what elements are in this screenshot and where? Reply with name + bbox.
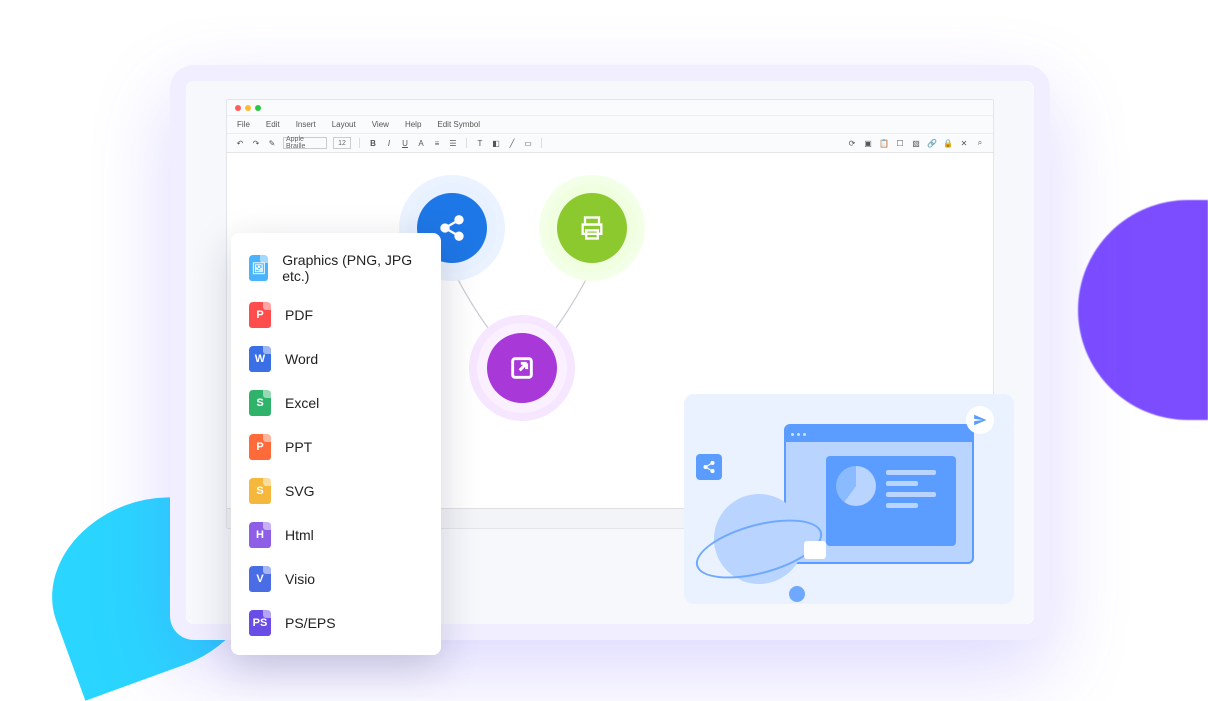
export-item-label: PPT — [285, 439, 312, 455]
illustration-avatar-icon — [789, 586, 805, 602]
menubar: File Edit Insert Layout View Help Edit S… — [227, 116, 993, 134]
export-item-label: PS/EPS — [285, 615, 336, 631]
export-item-graphics[interactable]: 🖼 Graphics (PNG, JPG etc.) — [231, 243, 441, 293]
font-family-select[interactable]: Apple Braille — [283, 137, 327, 149]
export-item-word[interactable]: W Word — [231, 337, 441, 381]
illustration-lines — [886, 470, 936, 514]
illustration-send-icon — [966, 406, 994, 434]
illustration-share-badge-icon — [696, 454, 722, 480]
insert-text-button[interactable]: T — [475, 138, 485, 148]
link-button[interactable]: 🔗 — [927, 138, 937, 148]
toolbar-separator — [359, 138, 360, 148]
ppt-file-icon: P — [249, 434, 271, 460]
font-size-select[interactable]: 12 — [333, 137, 351, 149]
fill-color-button[interactable]: ◧ — [491, 138, 501, 148]
word-file-icon: W — [249, 346, 271, 372]
export-item-label: Excel — [285, 395, 319, 411]
graphics-file-icon: 🖼 — [249, 255, 268, 281]
toolbar: ↶ ↷ ✎ Apple Braille 12 B I U A ≡ ☰ T ◧ ╱… — [227, 134, 993, 153]
menu-file[interactable]: File — [237, 120, 250, 129]
menu-help[interactable]: Help — [405, 120, 421, 129]
visio-file-icon: V — [249, 566, 271, 592]
group-button[interactable]: ▧ — [911, 138, 921, 148]
print-node[interactable] — [557, 193, 627, 263]
align-button[interactable]: ≡ — [432, 138, 442, 148]
window-close-icon[interactable] — [235, 105, 241, 111]
export-item-label: SVG — [285, 483, 315, 499]
svg-file-icon: S — [249, 478, 271, 504]
export-item-label: PDF — [285, 307, 313, 323]
undo-button[interactable]: ↶ — [235, 138, 245, 148]
toolbar-separator — [466, 138, 467, 148]
settings-button[interactable]: ✕ — [959, 138, 969, 148]
shadow-button[interactable]: ▭ — [523, 138, 533, 148]
window-minimize-icon[interactable] — [245, 105, 251, 111]
export-item-label: Word — [285, 351, 318, 367]
export-item-label: Visio — [285, 571, 315, 587]
illustration-pie-icon — [836, 466, 876, 506]
export-item-excel[interactable]: S Excel — [231, 381, 441, 425]
ps-file-icon: PS — [249, 610, 271, 636]
menu-edit-symbol[interactable]: Edit Symbol — [437, 120, 480, 129]
export-node[interactable] — [487, 333, 557, 403]
format-painter-button[interactable]: ✎ — [267, 138, 277, 148]
illustration-browser-bar — [786, 426, 972, 442]
rotate-button[interactable]: ⟳ — [847, 138, 857, 148]
underline-button[interactable]: U — [400, 138, 410, 148]
toolbar-separator — [541, 138, 542, 148]
share-illustration — [684, 394, 1014, 604]
export-format-menu: 🖼 Graphics (PNG, JPG etc.) P PDF W Word … — [231, 233, 441, 655]
export-item-svg[interactable]: S SVG — [231, 469, 441, 513]
pdf-file-icon: P — [249, 302, 271, 328]
redo-button[interactable]: ↷ — [251, 138, 261, 148]
list-button[interactable]: ☰ — [448, 138, 458, 148]
menu-edit[interactable]: Edit — [266, 120, 280, 129]
italic-button[interactable]: I — [384, 138, 394, 148]
print-icon — [578, 214, 606, 242]
illustration-panel — [826, 456, 956, 546]
image-button[interactable]: ▣ — [863, 138, 873, 148]
export-item-ppt[interactable]: P PPT — [231, 425, 441, 469]
menu-insert[interactable]: Insert — [296, 120, 316, 129]
export-item-ps-eps[interactable]: PS PS/EPS — [231, 601, 441, 645]
decorative-blob-right — [1078, 200, 1208, 420]
html-file-icon: H — [249, 522, 271, 548]
lock-button[interactable]: 🔒 — [943, 138, 953, 148]
excel-file-icon: S — [249, 390, 271, 416]
menu-view[interactable]: View — [372, 120, 389, 129]
clipboard-button[interactable]: 📋 — [879, 138, 889, 148]
share-icon — [438, 214, 466, 242]
export-item-html[interactable]: H Html — [231, 513, 441, 557]
export-icon — [508, 354, 536, 382]
window-titlebar — [227, 100, 993, 116]
export-item-pdf[interactable]: P PDF — [231, 293, 441, 337]
layers-button[interactable]: ☐ — [895, 138, 905, 148]
bold-button[interactable]: B — [368, 138, 378, 148]
app-frame: File Edit Insert Layout View Help Edit S… — [170, 65, 1050, 640]
search-button[interactable]: ⌕ — [975, 138, 985, 148]
illustration-chat-icon — [804, 541, 826, 559]
export-item-label: Graphics (PNG, JPG etc.) — [282, 252, 423, 284]
line-color-button[interactable]: ╱ — [507, 138, 517, 148]
menu-layout[interactable]: Layout — [332, 120, 356, 129]
export-item-label: Html — [285, 527, 314, 543]
export-item-visio[interactable]: V Visio — [231, 557, 441, 601]
window-maximize-icon[interactable] — [255, 105, 261, 111]
font-color-button[interactable]: A — [416, 138, 426, 148]
